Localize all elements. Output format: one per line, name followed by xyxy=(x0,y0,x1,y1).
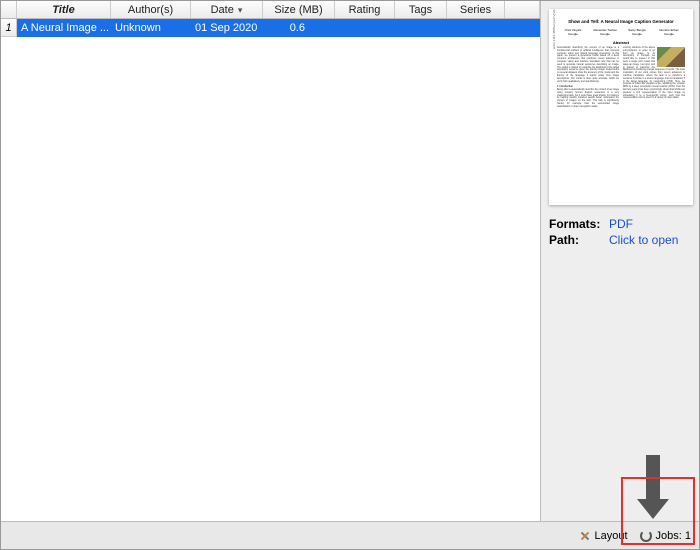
layout-button[interactable]: Layout xyxy=(595,530,628,542)
cell-rating xyxy=(335,19,395,37)
column-header-title[interactable]: Title xyxy=(17,1,111,18)
cell-author: Unknown xyxy=(111,19,191,37)
details-panel: arXiv:1411.4555v2 [cs.CV] 20 Apr 2015 Sh… xyxy=(541,1,699,521)
column-header-series[interactable]: Series xyxy=(447,1,505,18)
column-header-rating[interactable]: Rating xyxy=(335,1,395,18)
column-header-size[interactable]: Size (MB) xyxy=(263,1,335,18)
book-table: Title Author(s) Date Size (MB) Rating Ta… xyxy=(1,1,541,521)
column-header-padding xyxy=(505,1,540,18)
cell-date: 01 Sep 2020 xyxy=(191,19,263,37)
preview-figure xyxy=(657,47,685,67)
table-row[interactable]: 1 A Neural Image ... Unknown 01 Sep 2020… xyxy=(1,19,540,37)
column-header-date[interactable]: Date xyxy=(191,1,263,18)
jobs-indicator[interactable]: Jobs: 1 xyxy=(656,530,691,542)
preview-abstract-heading: Abstract xyxy=(557,40,685,45)
status-bar: Layout Jobs: 1 xyxy=(1,521,699,549)
cell-series xyxy=(447,19,505,37)
column-header-tags[interactable]: Tags xyxy=(395,1,447,18)
preview-authors: Oriol VinyalsGoogleAlexander ToshevGoogl… xyxy=(557,28,685,36)
path-label: Path: xyxy=(549,233,609,247)
table-header: Title Author(s) Date Size (MB) Rating Ta… xyxy=(1,1,540,19)
cell-title: A Neural Image ... xyxy=(17,19,111,37)
wrench-icon xyxy=(579,530,591,542)
column-header-author[interactable]: Author(s) xyxy=(111,1,191,18)
preview-thumbnail[interactable]: arXiv:1411.4555v2 [cs.CV] 20 Apr 2015 Sh… xyxy=(549,9,693,205)
cell-tags xyxy=(395,19,447,37)
row-number: 1 xyxy=(1,19,17,37)
formats-label: Formats: xyxy=(549,217,609,231)
row-number-header xyxy=(1,1,17,18)
arxiv-id: arXiv:1411.4555v2 [cs.CV] 20 Apr 2015 xyxy=(552,9,556,49)
cell-size: 0.6 xyxy=(263,19,335,37)
formats-link[interactable]: PDF xyxy=(609,217,633,231)
path-link[interactable]: Click to open xyxy=(609,233,678,247)
spinner-icon xyxy=(640,530,652,542)
preview-title: Show and Tell: A Neural Image Caption Ge… xyxy=(557,19,685,24)
